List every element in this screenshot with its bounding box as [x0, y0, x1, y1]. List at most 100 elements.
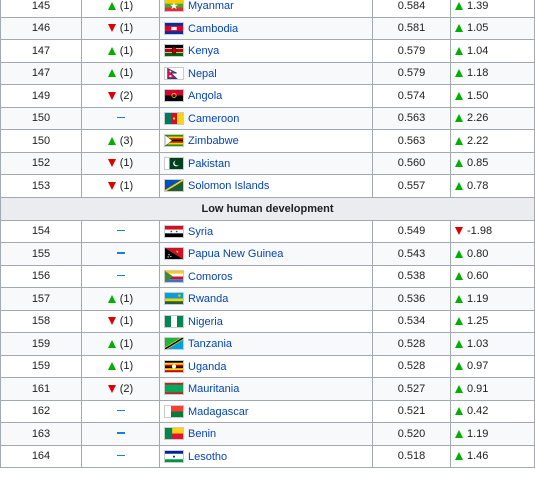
rank-change-cell: (1)	[81, 332, 160, 356]
cambodia-flag-icon	[164, 21, 184, 35]
rank-change-cell: (1)	[81, 174, 160, 198]
rank-cell: 150	[0, 129, 82, 153]
rank-cell: 162	[0, 399, 82, 423]
country-link[interactable]: Cambodia	[188, 23, 238, 35]
up-arrow-icon	[455, 114, 463, 123]
growth-value: 1.19	[467, 427, 489, 440]
table-row: 159 (1) Tanzania 0.528 1.03	[0, 332, 535, 356]
country-link[interactable]: Madagascar	[188, 406, 249, 418]
hdi-value-cell: 0.536	[372, 287, 451, 311]
rank-change-cell	[81, 264, 160, 288]
growth-value: 1.18	[467, 67, 489, 80]
table-row: 153 (1) Solomon Islands 0.557 0.78	[0, 174, 535, 198]
growth-cell: 1.50	[450, 84, 535, 108]
rank-change-value: (2)	[119, 382, 134, 395]
country-link[interactable]: Zimbabwe	[188, 135, 239, 147]
country-link[interactable]: Nigeria	[188, 316, 223, 328]
hdi-value-cell: 0.534	[372, 309, 451, 333]
growth-cell: 0.78	[450, 174, 535, 198]
country-link[interactable]: Kenya	[188, 45, 219, 57]
pakistan-flag-icon	[164, 156, 184, 170]
hdi-value-cell: 0.579	[372, 39, 451, 63]
country-cell: Benin	[159, 422, 373, 446]
country-link[interactable]: Myanmar	[188, 0, 234, 12]
growth-value: 0.42	[467, 405, 489, 418]
hdi-value-cell: 0.538	[372, 264, 451, 288]
country-link[interactable]: Solomon Islands	[188, 180, 269, 192]
up-arrow-icon	[455, 159, 463, 168]
rank-change-cell: (1)	[81, 287, 160, 311]
country-link[interactable]: Syria	[188, 226, 213, 238]
hdi-value-cell: 0.521	[372, 399, 451, 423]
up-arrow-icon	[455, 452, 463, 461]
rank-change-cell	[81, 242, 160, 266]
table-row: 159 (1) Uganda 0.528 0.97	[0, 354, 535, 378]
country-cell: Tanzania	[159, 332, 373, 356]
rank-change-value: (3)	[119, 134, 134, 147]
rank-cell: 156	[0, 264, 82, 288]
hdi-value-cell: 0.520	[372, 422, 451, 446]
rank-change-value: (1)	[119, 67, 134, 80]
lesotho-flag-icon	[164, 449, 184, 463]
rank-change-cell	[81, 399, 160, 423]
growth-value: 0.80	[467, 247, 489, 260]
rank-change-cell: (1)	[81, 61, 160, 85]
rank-change-value: (1)	[119, 0, 134, 12]
unchanged-dash-icon	[116, 454, 125, 457]
hdi-value-cell: 0.557	[372, 174, 451, 198]
rank-change-value: (1)	[119, 360, 134, 373]
country-link[interactable]: Uganda	[188, 361, 227, 373]
country-cell: Zimbabwe	[159, 129, 373, 153]
syria-flag-icon	[164, 224, 184, 238]
up-arrow-icon	[107, 1, 116, 10]
up-arrow-icon	[455, 69, 463, 78]
up-arrow-icon	[455, 24, 463, 33]
up-arrow-icon	[455, 249, 463, 258]
country-link[interactable]: Benin	[188, 428, 216, 440]
up-arrow-icon	[455, 1, 463, 10]
rank-change-cell: (2)	[81, 84, 160, 108]
rank-cell: 150	[0, 106, 82, 130]
country-link[interactable]: Angola	[188, 90, 222, 102]
country-cell: Pakistan	[159, 151, 373, 175]
country-link[interactable]: Rwanda	[188, 293, 228, 305]
hdi-value-cell: 0.527	[372, 377, 451, 401]
tanzania-flag-icon	[164, 337, 184, 351]
country-link[interactable]: Nepal	[188, 68, 217, 80]
down-arrow-icon	[107, 181, 116, 190]
country-link[interactable]: Papua New Guinea	[188, 248, 283, 260]
growth-value: 1.05	[467, 22, 489, 35]
rank-cell: 164	[0, 444, 82, 468]
growth-cell: 0.91	[450, 377, 535, 401]
table-row: 147 (1) Kenya 0.579 1.04	[0, 39, 535, 63]
table-row: 157 (1) Rwanda 0.536 1.19	[0, 287, 535, 311]
solomon-islands-flag-icon	[164, 179, 184, 193]
country-cell: Cameroon	[159, 106, 373, 130]
unchanged-dash-icon	[116, 274, 125, 277]
unchanged-dash-icon	[116, 409, 125, 412]
angola-flag-icon	[164, 89, 184, 103]
country-cell: Mauritania	[159, 377, 373, 401]
country-link[interactable]: Tanzania	[188, 338, 232, 350]
rank-change-cell: (1)	[81, 354, 160, 378]
country-link[interactable]: Cameroon	[188, 113, 239, 125]
rank-change-cell	[81, 422, 160, 446]
table-row: 163 Benin 0.520 1.19	[0, 422, 535, 446]
growth-value: 2.26	[467, 112, 489, 125]
country-cell: Cambodia	[159, 16, 373, 40]
rank-change-value: (1)	[119, 44, 134, 57]
country-link[interactable]: Mauritania	[188, 383, 239, 395]
country-link[interactable]: Pakistan	[188, 158, 230, 170]
rank-cell: 145	[0, 0, 82, 18]
growth-value: 0.78	[467, 179, 489, 192]
country-link[interactable]: Comoros	[188, 271, 233, 283]
growth-cell: 1.19	[450, 422, 535, 446]
up-arrow-icon	[455, 362, 463, 371]
country-cell: Uganda	[159, 354, 373, 378]
table-row: 155 Papua New Guinea 0.543 0.80	[0, 242, 535, 266]
up-arrow-icon	[455, 136, 463, 145]
rank-cell: 147	[0, 39, 82, 63]
growth-cell: 1.46	[450, 444, 535, 468]
country-link[interactable]: Lesotho	[188, 451, 227, 463]
growth-value: 1.50	[467, 89, 489, 102]
